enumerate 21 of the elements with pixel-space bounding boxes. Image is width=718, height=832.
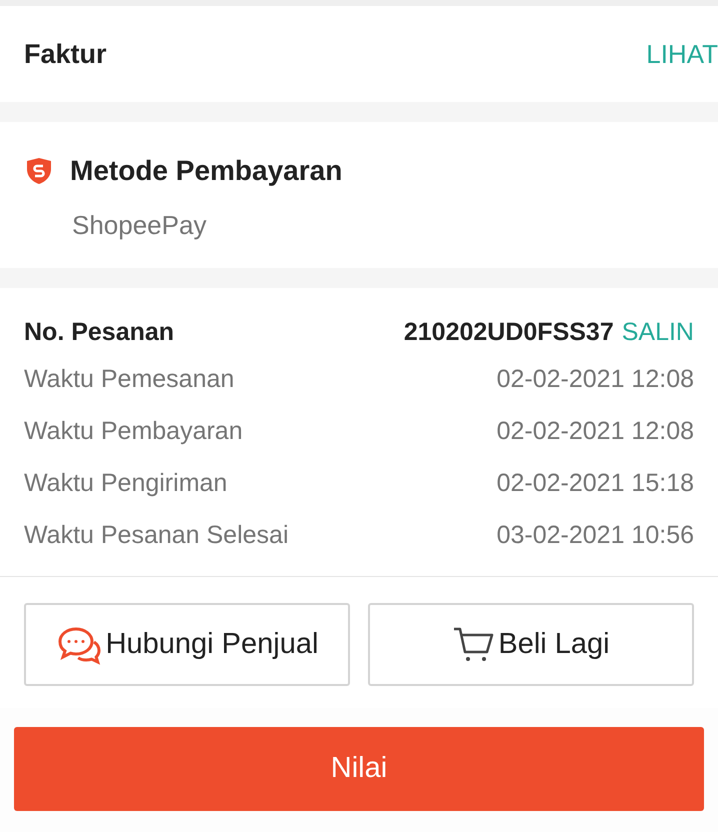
shield-icon	[24, 156, 54, 186]
time-label: Waktu Pengiriman	[24, 468, 228, 500]
time-value: 02-02-2021 12:08	[496, 364, 694, 396]
contact-seller-button[interactable]: Hubungi Penjual	[24, 603, 350, 686]
section-title: Faktur	[24, 38, 107, 71]
order-number: 210202UD0FSS37	[404, 317, 614, 348]
time-value: 02-02-2021 12:08	[496, 416, 694, 448]
time-value: 03-02-2021 10:56	[496, 520, 694, 552]
cart-icon	[452, 626, 494, 664]
order-number-label: No. Pesanan	[24, 317, 174, 348]
view-link[interactable]: LIHAT	[646, 34, 718, 74]
time-label: Waktu Pembayaran	[24, 416, 243, 448]
chat-bubbles-icon	[56, 624, 102, 664]
time-label: Waktu Pesanan Selesai	[24, 520, 289, 552]
copy-button[interactable]: SALIN	[622, 314, 694, 352]
section-title: Metode Pembayaran	[70, 154, 342, 188]
time-value: 02-02-2021 15:18	[496, 468, 694, 500]
rate-button[interactable]: Nilai	[14, 727, 704, 811]
payment-method: ShopeePay	[72, 209, 208, 242]
buy-again-button[interactable]: Beli Lagi	[368, 603, 694, 686]
time-label: Waktu Pemesanan	[24, 364, 234, 396]
